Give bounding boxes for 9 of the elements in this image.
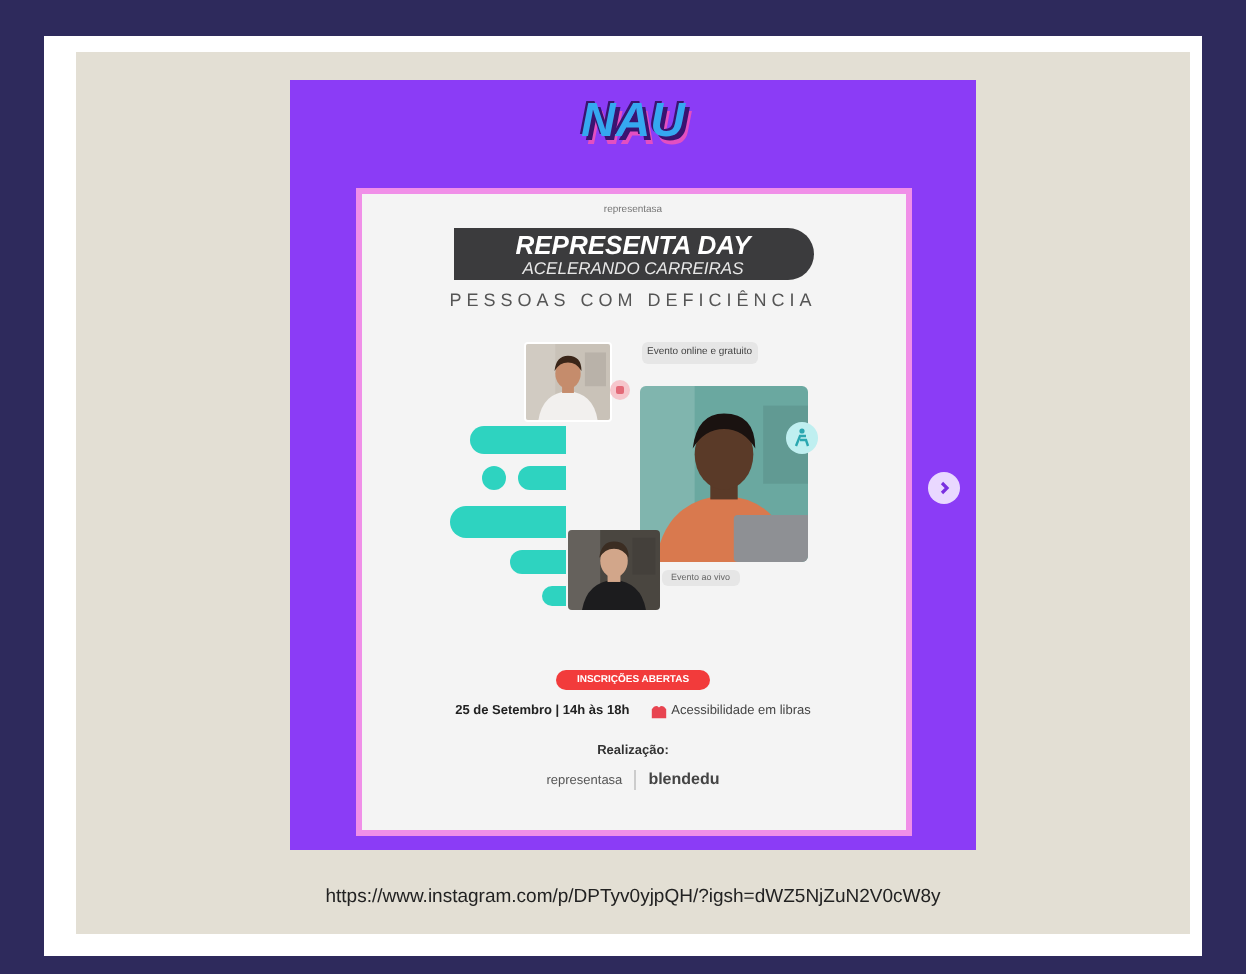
chevron-icon bbox=[936, 480, 952, 496]
badge-icon bbox=[609, 380, 629, 400]
subtitle: ACELERANDO CARREIRAS bbox=[522, 257, 744, 277]
tagline: PESSOAS COM DEFICIÊNCIA bbox=[449, 290, 817, 310]
next-button[interactable] bbox=[928, 472, 960, 504]
post-link[interactable]: https://www.instagram.com/p/DPTyv0yjpQH/?igsh=dWZ5NjZuN2V0cW8y bbox=[325, 886, 941, 910]
logo: NAU bbox=[581, 92, 685, 152]
title: REPRESENTA DAY bbox=[515, 231, 751, 257]
partner-logo: blendedu bbox=[648, 770, 720, 790]
